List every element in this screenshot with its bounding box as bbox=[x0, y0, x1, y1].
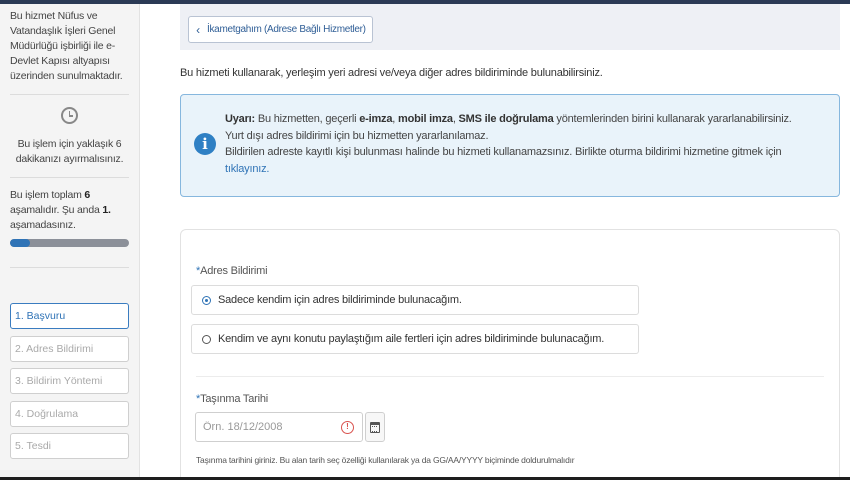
alert-body: Uyarı: Bu hizmetten, geçerli e-imza, mob… bbox=[225, 111, 827, 177]
sidebar-divider bbox=[10, 267, 129, 268]
radio-option-family-label: Kendim ve aynı konutu paylaştığım aile f… bbox=[218, 333, 605, 345]
radio-option-family[interactable]: Kendim ve aynı konutu paylaştığım aile f… bbox=[191, 324, 639, 354]
time-estimate-text: Bu işlem için yaklaşık 6 dakikanızı ayır… bbox=[15, 138, 124, 165]
move-date-label-text: Taşınma Tarihi bbox=[200, 393, 269, 405]
clock-icon bbox=[61, 107, 78, 124]
step-item-dogrulama[interactable]: 4. Doğrulama bbox=[10, 400, 129, 427]
address-type-label: *Adres Bildirimi bbox=[196, 265, 268, 277]
form-divider bbox=[196, 376, 824, 377]
chevron-left-icon: ‹ bbox=[196, 22, 200, 37]
steps-info-prefix: Bu işlem toplam bbox=[10, 189, 85, 201]
warning-icon: ! bbox=[341, 421, 354, 434]
progress-bar bbox=[10, 239, 129, 247]
step-item-tesdi[interactable]: 5. Tesdi bbox=[10, 433, 129, 459]
step-item-adres-bildirimi[interactable]: 2. Adres Bildirimi bbox=[10, 335, 129, 362]
service-info-text: Bu hizmet Nüfus ve Vatandaşlık İşleri Ge… bbox=[10, 10, 123, 82]
cohabitation-link[interactable]: tıklayınız. bbox=[225, 163, 269, 175]
alert-text: Bildirilen adreste kayıtlı kişi bulunmas… bbox=[225, 146, 782, 158]
alert-text: yöntemlerinden birini kullanarak yararla… bbox=[553, 113, 792, 125]
steps-info-suffix: aşamadasınız. bbox=[10, 219, 76, 231]
progress-bar-fill bbox=[10, 239, 30, 247]
alert-method: mobil imza bbox=[397, 113, 453, 125]
breadcrumb-bar: ‹ İkametgahım (Adrese Bağlı Hizmetler) bbox=[180, 4, 840, 50]
sidebar: Bu hizmet Nüfus ve Vatandaşlık İşleri Ge… bbox=[0, 4, 140, 480]
alert-method: e-imza bbox=[359, 113, 393, 125]
warning-alert: i Uyarı: Bu hizmetten, geçerli e-imza, m… bbox=[180, 94, 840, 197]
steps-current: 1. bbox=[102, 204, 111, 216]
clock-wrap bbox=[0, 95, 139, 129]
address-type-label-text: Adres Bildirimi bbox=[200, 265, 268, 277]
intro-text: Bu hizmeti kullanarak, yerleşim yeri adr… bbox=[180, 67, 603, 79]
info-icon: i bbox=[194, 133, 216, 155]
address-form-card: *Adres Bildirimi Sadece kendim için adre… bbox=[180, 229, 840, 480]
steps-total: 6 bbox=[84, 189, 91, 201]
alert-text: Bu hizmetten, geçerli bbox=[254, 113, 360, 125]
breadcrumb-back-button[interactable]: ‹ İkametgahım (Adrese Bağlı Hizmetler) bbox=[188, 16, 373, 43]
radio-option-self[interactable]: Sadece kendim için adres bildiriminde bu… bbox=[191, 285, 639, 315]
radio-selected-icon[interactable] bbox=[202, 296, 211, 305]
step-item-bildirim-yontemi[interactable]: 3. Bildirim Yöntemi bbox=[10, 368, 129, 394]
move-date-input[interactable] bbox=[195, 412, 363, 442]
alert-warning-label: Uyarı: bbox=[225, 113, 255, 125]
main-content: ‹ İkametgahım (Adrese Bağlı Hizmetler) B… bbox=[170, 4, 840, 480]
steps-info-middle: aşamalıdır. Şu anda bbox=[10, 204, 103, 216]
radio-unselected-icon[interactable] bbox=[202, 335, 211, 344]
move-date-hint: Taşınma tarihini giriniz. Bu alan tarih … bbox=[196, 455, 575, 465]
alert-line-1: Uyarı: Bu hizmetten, geçerli e-imza, mob… bbox=[225, 111, 827, 128]
alert-line-3: Bildirilen adreste kayıtlı kişi bulunmas… bbox=[225, 144, 827, 177]
calendar-icon bbox=[370, 422, 380, 433]
move-date-label: *Taşınma Tarihi bbox=[196, 393, 268, 405]
breadcrumb-label: İkametgahım (Adrese Bağlı Hizmetler) bbox=[207, 24, 366, 35]
step-list: 1. Başvuru 2. Adres Bildirimi 3. Bildiri… bbox=[10, 303, 129, 466]
radio-option-self-label: Sadece kendim için adres bildiriminde bu… bbox=[218, 294, 462, 306]
calendar-button[interactable] bbox=[365, 412, 385, 442]
step-item-basvuru[interactable]: 1. Başvuru bbox=[10, 303, 129, 329]
steps-info-text: Bu işlem toplam 6 aşamalıdır. Şu anda 1.… bbox=[0, 178, 139, 233]
alert-method: SMS ile doğrulama bbox=[458, 113, 554, 125]
alert-line-2: Yurt dışı adres bildirimi için bu hizmet… bbox=[225, 129, 489, 142]
